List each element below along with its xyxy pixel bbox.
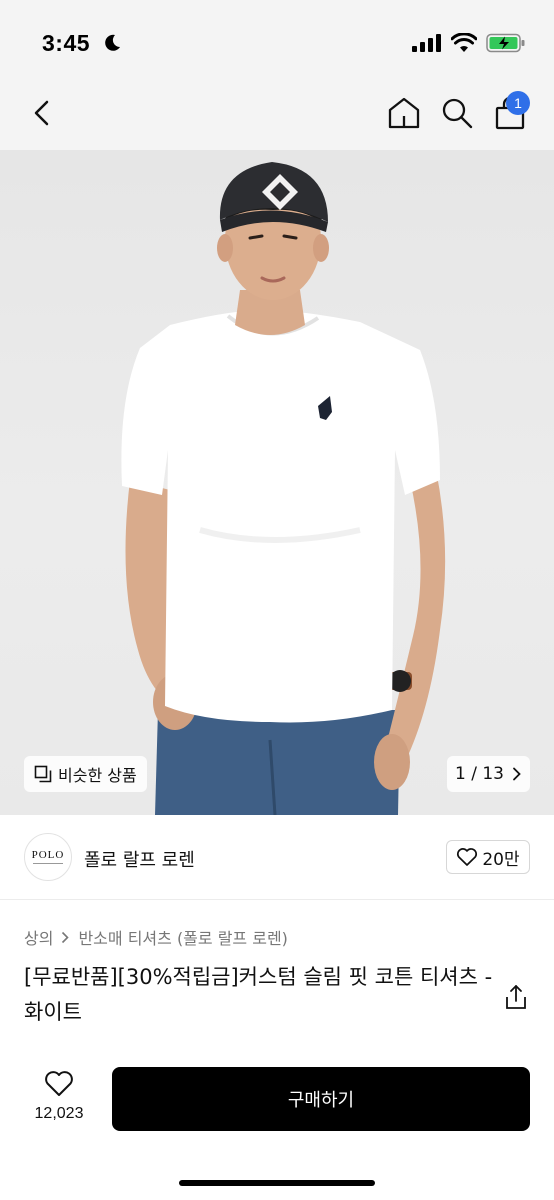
image-page-count: 1 / 13 xyxy=(455,764,504,784)
heart-icon xyxy=(45,1071,73,1096)
moon-icon xyxy=(105,34,120,51)
brand-logo[interactable]: POLO xyxy=(24,833,72,881)
search-icon[interactable] xyxy=(438,94,476,132)
cellular-signal-icon xyxy=(412,34,441,52)
breadcrumb: 상의 반소매 티셔츠 (폴로 랄프 로렌) xyxy=(24,925,288,949)
model-photo xyxy=(121,162,446,815)
image-page-indicator[interactable]: 1 / 13 xyxy=(447,756,530,792)
similar-items-icon xyxy=(34,765,52,783)
wifi-icon xyxy=(451,33,477,52)
breadcrumb-category[interactable]: 상의 xyxy=(24,925,53,949)
similar-products-label: 비슷한 상품 xyxy=(58,766,137,785)
status-time: 3:45 xyxy=(42,30,91,56)
share-icon[interactable] xyxy=(504,984,528,1010)
back-arrow-icon[interactable] xyxy=(28,98,56,128)
heart-icon xyxy=(457,848,478,866)
brand-name[interactable]: 폴로 랄프 로렌 xyxy=(84,846,195,872)
buy-button[interactable]: 구매하기 xyxy=(112,1067,530,1131)
chevron-right-icon xyxy=(62,931,70,943)
brand-logo-underline xyxy=(33,863,63,865)
wishlist-count: 12,023 xyxy=(34,1105,84,1122)
product-image[interactable]: 비슷한 상품 1 / 13 xyxy=(0,150,554,815)
wishlist-button[interactable]: 12,023 xyxy=(24,1068,94,1128)
chevron-right-icon xyxy=(513,767,521,781)
breadcrumb-subcategory[interactable]: 반소매 티셔츠 (폴로 랄프 로렌) xyxy=(78,925,287,949)
cart-count-badge: 1 xyxy=(506,91,530,115)
navigation-header: 1 xyxy=(0,88,554,150)
brand-logo-text: POLO xyxy=(31,849,65,861)
home-icon[interactable] xyxy=(385,94,423,132)
brand-like-count: 20만 xyxy=(482,849,520,870)
product-title: [무료반품][30%적립금]커스텀 슬림 핏 코튼 티셔츠 - 화이트 xyxy=(24,965,493,1024)
similar-products-button[interactable]: 비슷한 상품 xyxy=(24,756,147,792)
brand-row: POLO 폴로 랄프 로렌 20만 xyxy=(0,815,554,900)
status-bar: 3:45 xyxy=(0,0,554,88)
brand-like-button[interactable]: 20만 xyxy=(446,840,530,874)
battery-icon xyxy=(486,33,525,53)
home-indicator xyxy=(179,1180,375,1186)
